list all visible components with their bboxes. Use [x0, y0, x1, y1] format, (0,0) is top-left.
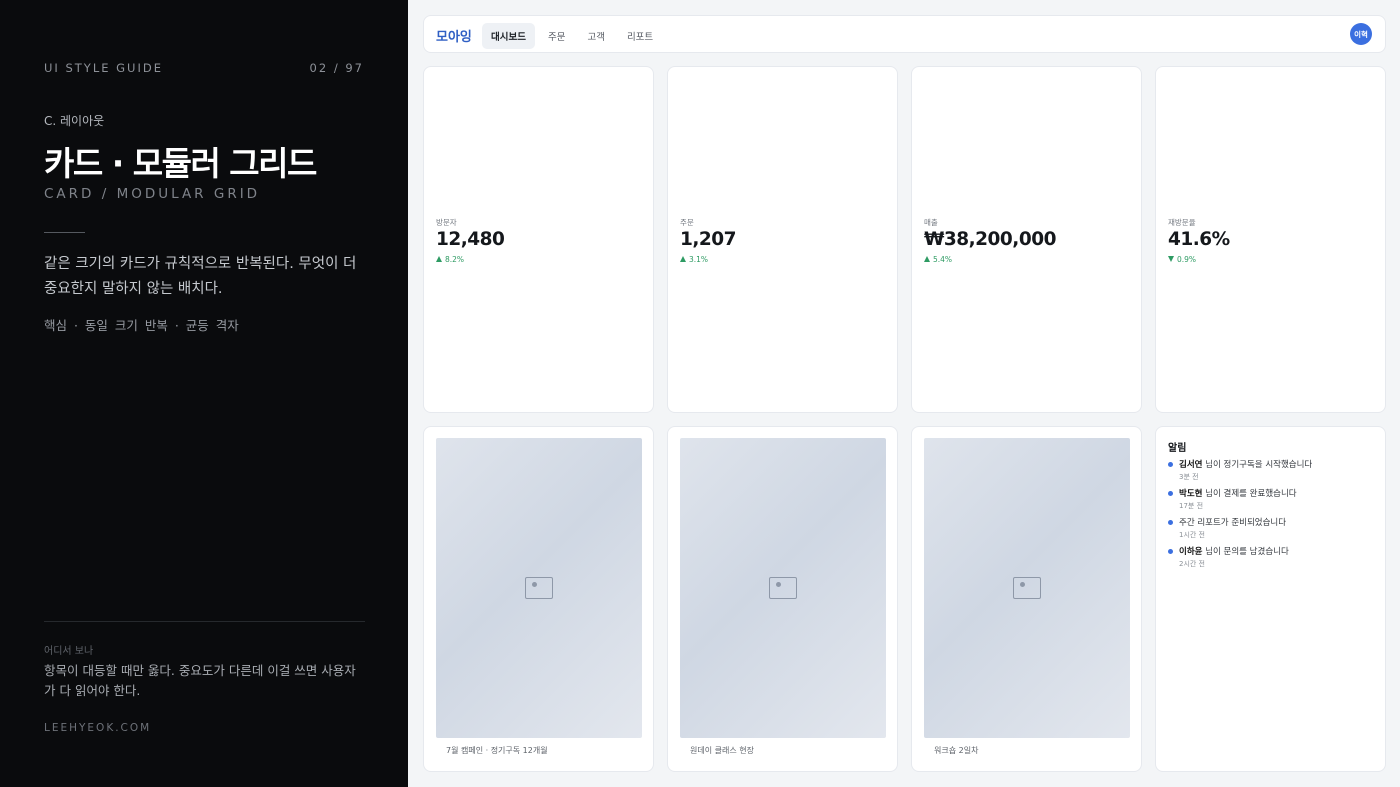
unread-dot-icon [1168, 462, 1173, 467]
stat-label: 주문 [680, 218, 694, 227]
avatar[interactable]: 이혁 [1350, 23, 1372, 45]
image-thumbnail [924, 438, 1130, 738]
nav-tabs: 대시보드 주문 고객 리포트 [482, 23, 662, 49]
stat-label: 재방문율 [1168, 218, 1196, 227]
notification-message: 주간 리포트가 준비되었습니다 [1179, 518, 1287, 528]
page-counter: 02 / 97 [309, 61, 364, 75]
stat-card-return-rate[interactable]: 재방문율 41.6% 0.9% [1155, 66, 1386, 413]
image-placeholder-icon [525, 577, 553, 599]
notification-message: 이하윤 님이 문의를 남겼습니다 [1179, 547, 1289, 557]
stat-delta: 5.4% [924, 255, 952, 264]
image-thumbnail [680, 438, 886, 738]
section-label: C. 레이아웃 [44, 114, 105, 128]
tab-orders[interactable]: 주문 [539, 23, 574, 49]
list-item[interactable]: 박도현 님이 결제를 완료했습니다 17분 전 [1168, 487, 1378, 516]
arrow-up-icon [436, 256, 442, 262]
stat-delta: 0.9% [1168, 255, 1196, 264]
notification-message: 박도현 님이 결제를 완료했습니다 [1179, 489, 1297, 499]
unread-dot-icon [1168, 549, 1173, 554]
stat-label: 방문자 [436, 218, 457, 227]
notifications-list: 김서연 님이 정기구독을 시작했습니다 3분 전 박도현 님이 결제를 완료했습… [1168, 458, 1378, 574]
stat-delta: 8.2% [436, 255, 464, 264]
style-guide-panel: UI STYLE GUIDE 02 / 97 C. 레이아웃 카드 · 모듈러 … [0, 0, 408, 787]
image-thumbnail [436, 438, 642, 738]
list-item[interactable]: 김서연 님이 정기구독을 시작했습니다 3분 전 [1168, 458, 1378, 487]
stat-card-revenue[interactable]: 매출 ₩38,200,000 5.4% [911, 66, 1142, 413]
arrow-up-icon [680, 256, 686, 262]
list-item[interactable]: 주간 리포트가 준비되었습니다 1시간 전 [1168, 516, 1378, 545]
image-card-class[interactable]: 원데이 클래스 현장 [667, 426, 898, 772]
image-caption: 7월 캠페인 · 정기구독 12개월 [446, 746, 548, 755]
top-nav: 모아잉 대시보드 주문 고객 리포트 이혁 [423, 15, 1386, 53]
tab-customers[interactable]: 고객 [578, 23, 613, 49]
unread-dot-icon [1168, 491, 1173, 496]
stat-card-orders[interactable]: 주문 1,207 3.1% [667, 66, 898, 413]
stat-label: 매출 [924, 218, 938, 227]
notification-time: 2시간 전 [1179, 560, 1205, 568]
notifications-card: 알림 김서연 님이 정기구독을 시작했습니다 3분 전 박도현 님이 결제를 완… [1155, 426, 1386, 772]
image-placeholder-icon [1013, 577, 1041, 599]
image-card-workshop[interactable]: 워크숍 2일차 [911, 426, 1142, 772]
stat-value: 41.6% [1168, 229, 1230, 250]
stat-card-visitors[interactable]: 방문자 12,480 8.2% [423, 66, 654, 413]
image-caption: 워크숍 2일차 [934, 746, 979, 755]
tab-reports[interactable]: 리포트 [618, 23, 662, 49]
stat-value: 1,207 [680, 229, 737, 250]
where-label: 어디서 보나 [44, 646, 94, 657]
guide-label: UI STYLE GUIDE [44, 61, 163, 75]
tab-dashboard[interactable]: 대시보드 [482, 23, 535, 49]
list-item[interactable]: 이하윤 님이 문의를 남겼습니다 2시간 전 [1168, 545, 1378, 574]
page-subtitle: CARD / MODULAR GRID [44, 186, 261, 202]
image-placeholder-icon [769, 577, 797, 599]
title-rule [44, 232, 85, 233]
where-description: 항목이 대등할 때만 옳다. 중요도가 다른데 이걸 쓰면 사용자가 다 읽어야… [44, 663, 356, 698]
page-title: 카드 · 모듈러 그리드 [44, 144, 317, 183]
notification-time: 17분 전 [1179, 502, 1204, 510]
site-link[interactable]: LEEHYEOK.COM [44, 722, 151, 734]
stat-value: 12,480 [436, 229, 505, 250]
core-keywords: 핵심 · 동일 크기 반복 · 균등 격자 [44, 318, 239, 333]
notification-time: 3분 전 [1179, 473, 1199, 481]
image-caption: 원데이 클래스 현장 [690, 746, 754, 755]
notification-time: 1시간 전 [1179, 531, 1205, 539]
arrow-down-icon [1168, 256, 1174, 262]
image-card-campaign[interactable]: 7월 캠페인 · 정기구독 12개월 [423, 426, 654, 772]
stat-value: ₩38,200,000 [924, 229, 1056, 250]
unread-dot-icon [1168, 520, 1173, 525]
arrow-up-icon [924, 256, 930, 262]
notification-message: 김서연 님이 정기구독을 시작했습니다 [1179, 460, 1313, 470]
footer-divider [44, 621, 365, 622]
page-description: 같은 크기의 카드가 규칙적으로 반복된다. 무엇이 더 중요한지 말하지 않는… [44, 256, 357, 297]
stat-delta: 3.1% [680, 255, 708, 264]
app-logo[interactable]: 모아잉 [436, 26, 472, 45]
notifications-title: 알림 [1168, 443, 1187, 454]
